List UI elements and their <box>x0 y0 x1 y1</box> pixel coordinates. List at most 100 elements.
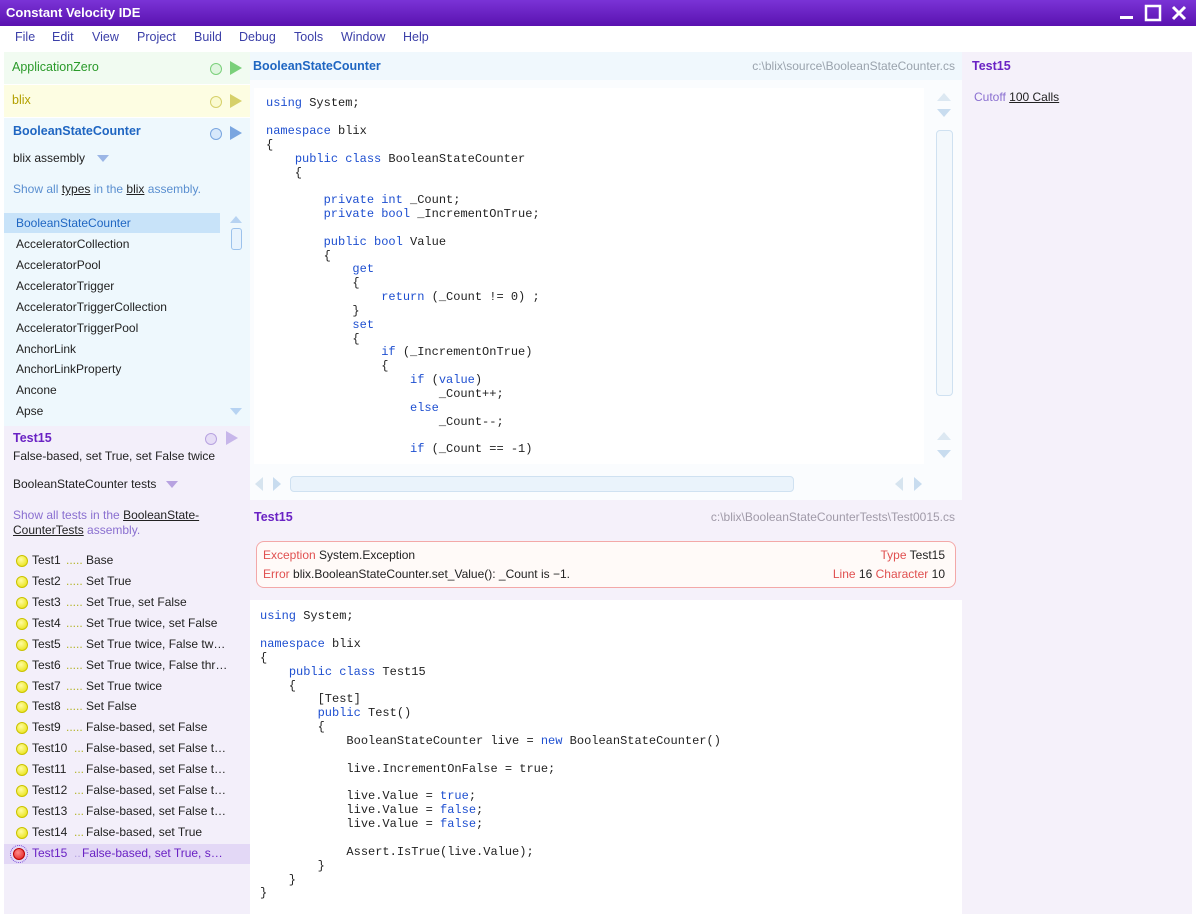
error-row: Error blix.BooleanStateCounter.set_Value… <box>263 567 570 581</box>
close-icon[interactable] <box>1170 4 1188 22</box>
code-line: { <box>266 138 274 152</box>
type-item[interactable]: AnchorLink <box>12 339 76 359</box>
run-icon[interactable] <box>226 431 238 445</box>
test-item[interactable]: Test5..... Set True twice, False tw… <box>12 635 252 655</box>
menu-view[interactable]: View <box>92 30 119 44</box>
test-item[interactable]: Test3..... Set True, set False <box>12 593 252 613</box>
test-desc: Set True twice, False thr… <box>86 658 228 672</box>
tests-selector[interactable]: BooleanStateCounter tests <box>13 477 179 491</box>
test-item[interactable]: Test2..... Set True <box>12 572 252 592</box>
scroll-down-icon[interactable] <box>230 408 242 415</box>
test-pending-icon <box>16 639 28 651</box>
type-item[interactable]: AcceleratorTrigger <box>12 276 114 296</box>
test-editor-path: c:\blix\BooleanStateCounterTests\Test001… <box>710 510 955 524</box>
editor-horizontal-scrollbar-thumb[interactable] <box>290 476 794 492</box>
chevron-down-icon <box>96 155 109 162</box>
type-item[interactable]: AnchorLinkProperty <box>12 359 121 379</box>
type-list-scrollbar-thumb[interactable] <box>231 228 242 250</box>
type-item[interactable]: BooleanStateCounter <box>12 213 131 233</box>
type-row: Type Test15 <box>881 548 946 562</box>
test-item[interactable]: Test13... False-based, set False t… <box>12 802 252 822</box>
test-desc: False-based, set False <box>86 720 208 734</box>
editor-header: BooleanStateCounter c:\blix\source\Boole… <box>250 52 962 80</box>
scroll-down-icon[interactable] <box>937 109 951 117</box>
menu-debug[interactable]: Debug <box>239 30 276 44</box>
test-item[interactable]: Test1..... Base <box>12 551 252 571</box>
character-label: Character <box>875 567 929 581</box>
test-item[interactable]: Test4..... Set True twice, set False <box>12 614 252 634</box>
menu-file[interactable]: File <box>15 30 35 44</box>
scroll-up-icon[interactable] <box>937 93 951 101</box>
run-icon[interactable] <box>230 94 242 108</box>
blix-link[interactable]: blix <box>126 182 144 196</box>
code-line: public Test() <box>317 706 412 720</box>
menu-project[interactable]: Project <box>137 30 176 44</box>
menu-edit[interactable]: Edit <box>52 30 74 44</box>
code-line: _Count--; <box>266 415 504 429</box>
minimize-icon[interactable] <box>1118 4 1136 22</box>
type-item[interactable]: AcceleratorTriggerCollection <box>12 297 167 317</box>
test-item[interactable]: Test11... False-based, set False t… <box>12 760 252 780</box>
exception-label: Exception <box>263 548 316 562</box>
code-line: { <box>260 720 325 734</box>
test-desc: False-based, set True <box>86 825 203 839</box>
test-dots: ... <box>74 783 85 797</box>
scroll-right-icon[interactable] <box>914 477 922 491</box>
status-dot-icon <box>210 63 222 75</box>
cutoff-value-link[interactable]: 100 Calls <box>1009 90 1059 104</box>
scroll-up-icon[interactable] <box>230 216 242 223</box>
test-desc: Set True twice, False tw… <box>86 637 226 651</box>
show-all-tests: Show all tests in the BooleanState-Count… <box>13 508 213 538</box>
test-item[interactable]: Test12... False-based, set False t… <box>12 781 252 801</box>
test-pending-icon <box>16 743 28 755</box>
menu-bar: File Edit View Project Build Debug Tools… <box>0 26 1196 50</box>
test-name: Test14 <box>32 825 68 839</box>
test-item[interactable]: Test10... False-based, set False t… <box>12 739 252 759</box>
types-link[interactable]: types <box>62 182 91 196</box>
test-name: Test1 <box>32 553 61 567</box>
menu-build[interactable]: Build <box>194 30 222 44</box>
scroll-left-icon[interactable] <box>895 477 903 491</box>
type-item[interactable]: Apse <box>12 401 43 421</box>
test-desc: False-based, set False t… <box>86 762 227 776</box>
maximize-icon[interactable] <box>1144 4 1162 22</box>
project-row-blix[interactable]: blix <box>4 85 250 117</box>
editor-vertical-scrollbar-thumb[interactable] <box>936 130 953 396</box>
show-suffix: assembly. <box>144 182 201 196</box>
scroll-right-icon[interactable] <box>273 477 281 491</box>
code-line: public class BooleanStateCounter <box>294 152 526 166</box>
test-item[interactable]: Test6..... Set True twice, False thr… <box>12 656 252 676</box>
scroll-down-icon[interactable] <box>937 450 951 458</box>
type-item[interactable]: AcceleratorTriggerPool <box>12 318 138 338</box>
status-dot-icon <box>210 96 222 108</box>
test-name: Test10 <box>32 741 68 755</box>
code-line: return (_Count != 0) ; <box>381 290 540 304</box>
menu-help[interactable]: Help <box>403 30 429 44</box>
run-icon[interactable] <box>230 126 242 140</box>
type-item[interactable]: AcceleratorCollection <box>12 234 129 254</box>
assembly-selector[interactable]: blix assembly <box>13 151 109 165</box>
exception-box: Exception System.Exception Error blix.Bo… <box>256 541 956 588</box>
test-item[interactable]: Test9..... False-based, set False <box>12 718 252 738</box>
test-item-selected[interactable]: Test15 .. False-based, set True, s… <box>4 844 250 864</box>
code-line: } <box>260 859 325 873</box>
type-item[interactable]: AcceleratorPool <box>12 255 101 275</box>
test-name: Test11 <box>32 762 67 776</box>
code-line: live.Value = false; <box>260 817 484 831</box>
scroll-left-icon[interactable] <box>255 477 263 491</box>
menu-window[interactable]: Window <box>341 30 385 44</box>
test-name: Test4 <box>32 616 61 630</box>
test-dots: ... <box>74 804 85 818</box>
test-item[interactable]: Test7..... Set True twice <box>12 677 252 697</box>
run-icon[interactable] <box>230 61 242 75</box>
scroll-up-icon[interactable] <box>937 432 951 440</box>
code-line: using System; <box>266 96 360 110</box>
test-item[interactable]: Test8..... Set False <box>12 697 252 717</box>
type-item[interactable]: Ancone <box>12 380 57 400</box>
menu-tools[interactable]: Tools <box>294 30 323 44</box>
test-item[interactable]: Test14... False-based, set True <box>12 823 252 843</box>
test-desc: Set True <box>86 574 132 588</box>
code-line: { <box>260 679 297 693</box>
project-row-applicationzero[interactable]: ApplicationZero <box>4 52 250 84</box>
test-desc: Set False <box>86 699 137 713</box>
